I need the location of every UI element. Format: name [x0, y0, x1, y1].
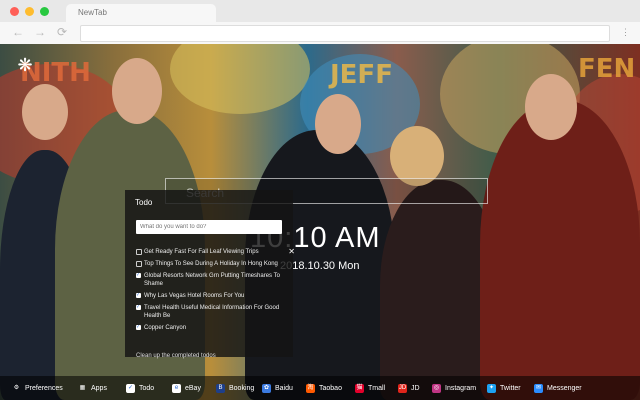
close-window-button[interactable] — [10, 7, 19, 16]
clean-completed-link[interactable]: Clean up the completed todos — [136, 353, 216, 359]
dock-item-twitter[interactable]: ✦ Twitter — [487, 376, 521, 400]
dock-item-label: eBay — [185, 384, 201, 392]
dock-item-apps[interactable]: ▦ Apps — [78, 376, 107, 400]
todo-item[interactable]: Travel Health Useful Medical Information… — [136, 303, 286, 320]
todo-item-text: Top Things To See During A Holiday In Ho… — [144, 261, 278, 267]
dock-item-label: Messenger — [547, 384, 582, 392]
dock-item-messenger[interactable]: ✉ Messenger — [534, 376, 582, 400]
todo-item-text: Global Resorts Network Grn Putting Times… — [144, 273, 280, 287]
dock-item-taobao[interactable]: 淘 Taobao — [306, 376, 342, 400]
todo-checkbox[interactable] — [136, 323, 141, 331]
minimize-window-button[interactable] — [25, 7, 34, 16]
todo-item[interactable]: Get Ready Fast For Fall Leaf Viewing Tri… — [136, 248, 295, 256]
todo-checkbox[interactable] — [136, 291, 141, 299]
dock-item-label: Taobao — [319, 384, 342, 392]
todo-list: Get Ready Fast For Fall Leaf Viewing Tri… — [136, 248, 295, 336]
todo-checkbox[interactable] — [136, 271, 141, 279]
tmall-icon: 猫 — [355, 383, 364, 393]
taobao-icon: 淘 — [306, 383, 315, 393]
address-bar[interactable] — [80, 25, 610, 42]
todo-item[interactable]: Top Things To See During A Holiday In Ho… — [136, 260, 286, 268]
todo-item[interactable]: Why Las Vegas Hotel Rooms For You — [136, 291, 286, 300]
dock-item-tmall[interactable]: 猫 Tmall — [355, 376, 385, 400]
bottom-dock: ⚙ Preferences ▦ Apps ✓ Todo e eBay B Booking ✿ Baid… — [0, 376, 640, 400]
todo-checkbox[interactable] — [136, 303, 141, 311]
dock-item-instagram[interactable]: ◎ Instagram — [432, 376, 476, 400]
maximize-window-button[interactable] — [40, 7, 49, 16]
dock-item-booking[interactable]: B Booking — [216, 376, 254, 400]
person-silhouette — [480, 100, 640, 400]
todo-item-text: Get Ready Fast For Fall Leaf Viewing Tri… — [144, 249, 259, 255]
graffiti-lettering: FEN — [578, 54, 636, 84]
browser-chrome: NewTab ← → ⟳ ⋮ — [0, 0, 640, 45]
graffiti-paint — [170, 44, 310, 114]
todo-input[interactable] — [136, 220, 282, 234]
person-head — [315, 94, 361, 154]
checkbox-icon: ✓ — [126, 383, 135, 393]
dock-item-label: Booking — [229, 384, 255, 392]
apps-grid-icon: ▦ — [79, 384, 86, 391]
menu-icon[interactable]: ⋮ — [621, 27, 630, 38]
dock-item-label: Preferences — [25, 384, 63, 392]
gear-icon: ⚙ — [13, 384, 20, 391]
jd-icon: JD — [398, 383, 407, 393]
todo-checkbox[interactable] — [136, 249, 142, 255]
dock-item-jd[interactable]: JD JD — [398, 376, 420, 400]
booking-icon: B — [216, 383, 225, 393]
dock-item-label: Instagram — [445, 384, 477, 392]
dock-item-label: Apps — [91, 384, 107, 392]
dock-item-label: Twitter — [500, 384, 521, 392]
todo-item-text: Travel Health Useful Medical Information… — [144, 305, 280, 319]
forward-button[interactable]: → — [34, 26, 46, 38]
graffiti-lettering: JEFF — [330, 60, 393, 90]
instagram-icon: ◎ — [432, 383, 441, 393]
dock-item-baidu[interactable]: ✿ Baidu — [262, 376, 293, 400]
dock-item-label: Baidu — [275, 384, 293, 392]
dock-item-label: JD — [411, 384, 420, 392]
todo-item[interactable]: Copper Canyon — [136, 323, 286, 332]
baidu-icon: ✿ — [262, 383, 271, 393]
todo-item[interactable]: Global Resorts Network Grn Putting Times… — [136, 271, 286, 288]
messenger-icon: ✉ — [534, 383, 543, 393]
todo-item-text: Copper Canyon — [144, 325, 187, 331]
ebay-icon: e — [172, 383, 181, 393]
navigation-bar: ← → ⟳ ⋮ — [0, 22, 640, 44]
dock-item-label: Tmall — [368, 384, 386, 392]
dock-item-todo[interactable]: ✓ Todo — [126, 376, 154, 400]
back-button[interactable]: ← — [12, 26, 24, 38]
tab-title: NewTab — [78, 8, 107, 17]
todo-panel: Todo Get Ready Fast For Fall Leaf Viewin… — [125, 190, 295, 357]
todo-item-text: Why Las Vegas Hotel Rooms For You — [144, 293, 245, 299]
delete-todo-icon[interactable]: ✕ — [288, 248, 295, 256]
todo-checkbox[interactable] — [136, 261, 142, 267]
dock-item-ebay[interactable]: e eBay — [172, 376, 201, 400]
person-head — [525, 74, 577, 140]
tab-newtab[interactable]: NewTab — [66, 4, 216, 22]
brand-logo-icon: ❋ — [17, 55, 33, 75]
window-controls — [10, 7, 49, 16]
twitter-icon: ✦ — [487, 383, 496, 393]
person-head — [390, 126, 444, 186]
person-head — [112, 58, 162, 124]
reload-button[interactable]: ⟳ — [57, 26, 67, 38]
dock-item-label: Todo — [139, 384, 155, 392]
dock-item-preferences[interactable]: ⚙ Preferences — [12, 376, 63, 400]
person-head — [22, 84, 68, 140]
todo-title: Todo — [135, 198, 153, 207]
